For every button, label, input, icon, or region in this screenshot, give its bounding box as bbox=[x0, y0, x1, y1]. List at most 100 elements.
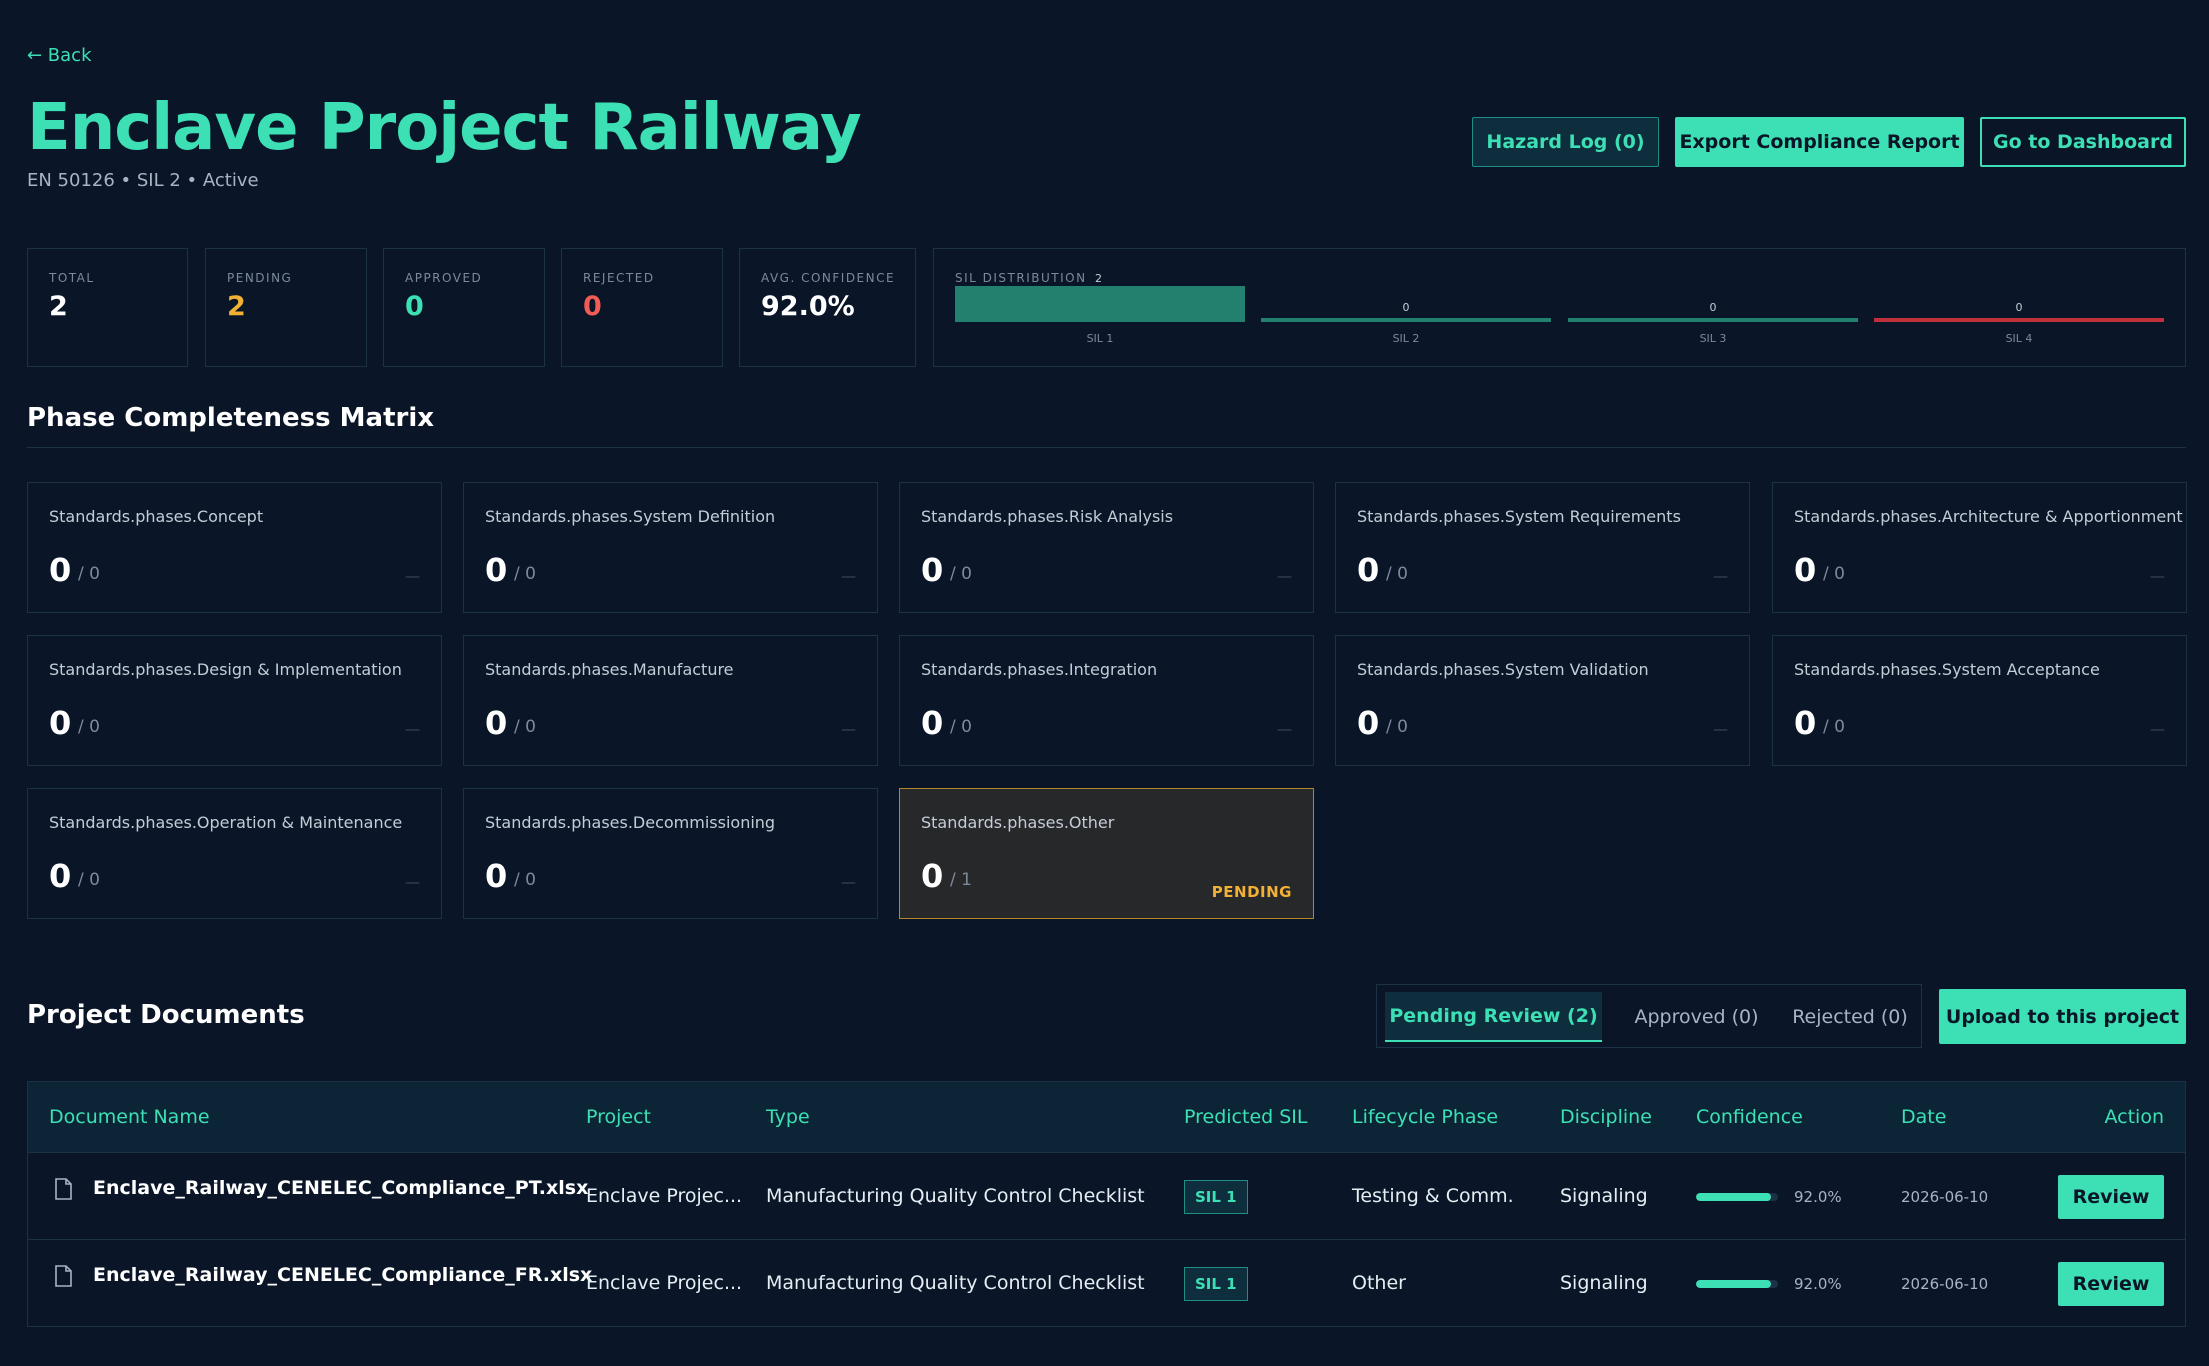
stat-value: 0 bbox=[405, 291, 424, 322]
phase-name: Standards.phases.Concept bbox=[49, 507, 264, 526]
column-header-action: Action bbox=[2104, 1106, 2164, 1128]
confidence-bar-fill bbox=[1696, 1280, 1772, 1288]
column-header-discipline[interactable]: Discipline bbox=[1560, 1106, 1652, 1128]
hazard-log-button[interactable]: Hazard Log (0) bbox=[1472, 117, 1659, 167]
phase-card[interactable]: Standards.phases.Manufacture 0 / 0 — bbox=[463, 635, 878, 766]
column-header-predicted-sil[interactable]: Predicted SIL bbox=[1184, 1106, 1307, 1128]
phase-card[interactable]: Standards.phases.Other 0 / 1 PENDING bbox=[899, 788, 1314, 919]
sil-bar-column: 0 SIL 3 bbox=[1568, 249, 1858, 349]
project-documents-title: Project Documents bbox=[27, 1000, 305, 1030]
stat-value: 2 bbox=[49, 291, 68, 322]
phase-count: 0 bbox=[485, 857, 508, 895]
phase-card[interactable]: Standards.phases.Decommissioning 0 / 0 — bbox=[463, 788, 878, 919]
discipline: Signaling bbox=[1560, 1272, 1648, 1294]
sil-bar-count: 0 bbox=[1402, 301, 1410, 314]
phase-name: Standards.phases.System Definition bbox=[485, 507, 776, 526]
stat-card-avg-confidence: AVG. CONFIDENCE 92.0% bbox=[739, 248, 916, 367]
sil-bar-label: SIL 4 bbox=[2005, 332, 2033, 345]
phase-count: 0 bbox=[49, 704, 72, 742]
confidence-value: 92.0% bbox=[1794, 1275, 1842, 1293]
page-title: Enclave Project Railway bbox=[27, 91, 862, 165]
review-button[interactable]: Review bbox=[2058, 1175, 2164, 1219]
phase-card[interactable]: Standards.phases.Concept 0 / 0 — bbox=[27, 482, 442, 613]
phase-total: / 0 bbox=[1823, 564, 1845, 584]
phase-count: 0 bbox=[1357, 551, 1380, 589]
phase-card[interactable]: Standards.phases.Design & Implementation… bbox=[27, 635, 442, 766]
phase-total: / 1 bbox=[950, 870, 972, 890]
phase-name: Standards.phases.Risk Analysis bbox=[921, 507, 1174, 526]
phase-total: / 0 bbox=[1386, 564, 1408, 584]
phase-status: — bbox=[2150, 567, 2165, 585]
sil-bar-label: SIL 3 bbox=[1699, 332, 1727, 345]
phase-count: 0 bbox=[485, 551, 508, 589]
column-header-type[interactable]: Type bbox=[766, 1106, 810, 1128]
predicted-sil-badge: SIL 1 bbox=[1184, 1180, 1248, 1214]
phase-status: — bbox=[405, 873, 420, 891]
phase-name: Standards.phases.System Validation bbox=[1357, 660, 1649, 679]
phase-card[interactable]: Standards.phases.Architecture & Apportio… bbox=[1772, 482, 2187, 613]
phase-card[interactable]: Standards.phases.Risk Analysis 0 / 0 — bbox=[899, 482, 1314, 613]
section-divider bbox=[27, 447, 2186, 448]
phase-name: Standards.phases.Integration bbox=[921, 660, 1158, 679]
project-subtitle: EN 50126 • SIL 2 • Active bbox=[27, 170, 259, 191]
phase-total: / 0 bbox=[514, 717, 536, 737]
column-header-lifecycle-phase[interactable]: Lifecycle Phase bbox=[1352, 1106, 1498, 1128]
column-header-project[interactable]: Project bbox=[586, 1106, 651, 1128]
discipline: Signaling bbox=[1560, 1185, 1648, 1207]
tab-rejected[interactable]: Rejected (0) bbox=[1785, 992, 1915, 1042]
phase-total: / 0 bbox=[950, 564, 972, 584]
phase-card[interactable]: Standards.phases.System Acceptance 0 / 0 — bbox=[1772, 635, 2187, 766]
sil-bar bbox=[1874, 318, 2164, 322]
phase-card[interactable]: Standards.phases.Operation & Maintenance… bbox=[27, 788, 442, 919]
phase-status: — bbox=[1713, 567, 1728, 585]
sil-distribution-card: SIL DISTRIBUTION 2 SIL 1 0 SIL 2 0 SIL 3 0 SIL … bbox=[933, 248, 2186, 367]
stat-card-pending: PENDING 2 bbox=[205, 248, 367, 367]
document-type: Manufacturing Quality Control Checklist bbox=[766, 1185, 1145, 1207]
stat-label: PENDING bbox=[227, 271, 293, 285]
sil-bar-column: 0 SIL 4 bbox=[1874, 249, 2164, 349]
phase-total: / 0 bbox=[78, 717, 100, 737]
phase-count: 0 bbox=[49, 551, 72, 589]
phase-status: — bbox=[1713, 720, 1728, 738]
phase-matrix-title: Phase Completeness Matrix bbox=[27, 403, 435, 433]
phase-card[interactable]: Standards.phases.System Definition 0 / 0 — bbox=[463, 482, 878, 613]
phase-status: — bbox=[405, 720, 420, 738]
phase-count: 0 bbox=[1357, 704, 1380, 742]
sil-bar bbox=[955, 286, 1245, 322]
stat-label: APPROVED bbox=[405, 271, 483, 285]
phase-card[interactable]: Standards.phases.System Validation 0 / 0 — bbox=[1335, 635, 1750, 766]
phase-card[interactable]: Standards.phases.Integration 0 / 0 — bbox=[899, 635, 1314, 766]
tab-pending-review[interactable]: Pending Review (2) bbox=[1385, 992, 1602, 1042]
document-name-link[interactable]: Enclave_Railway_CENELEC_Compliance_PT.xl… bbox=[93, 1177, 588, 1199]
phase-count: 0 bbox=[1794, 551, 1817, 589]
table-row[interactable]: Enclave_Railway_CENELEC_Compliance_FR.xl… bbox=[28, 1240, 2185, 1327]
phase-name: Standards.phases.Decommissioning bbox=[485, 813, 776, 832]
phase-status: — bbox=[841, 720, 856, 738]
lifecycle-phase: Testing & Comm. bbox=[1352, 1185, 1514, 1207]
file-icon bbox=[55, 1178, 72, 1200]
column-header-date[interactable]: Date bbox=[1901, 1106, 1946, 1128]
tab-approved[interactable]: Approved (0) bbox=[1615, 992, 1778, 1042]
column-header-confidence[interactable]: Confidence bbox=[1696, 1106, 1803, 1128]
phase-status: — bbox=[1277, 720, 1292, 738]
document-status-tabs: Pending Review (2) Approved (0) Rejected… bbox=[1376, 984, 1922, 1048]
sil-bar-count: 0 bbox=[1709, 301, 1717, 314]
confidence-bar bbox=[1696, 1280, 1778, 1288]
go-to-dashboard-button[interactable]: Go to Dashboard bbox=[1980, 117, 2186, 167]
export-compliance-report-button[interactable]: Export Compliance Report bbox=[1675, 117, 1964, 167]
stat-label: REJECTED bbox=[583, 271, 655, 285]
column-header-document-name[interactable]: Document Name bbox=[49, 1106, 210, 1128]
back-link[interactable]: ← Back bbox=[27, 45, 92, 66]
confidence-bar bbox=[1696, 1193, 1778, 1201]
review-button[interactable]: Review bbox=[2058, 1262, 2164, 1306]
table-row[interactable]: Enclave_Railway_CENELEC_Compliance_PT.xl… bbox=[28, 1153, 2185, 1240]
phase-name: Standards.phases.System Acceptance bbox=[1794, 660, 2100, 679]
document-project: Enclave Projec... bbox=[586, 1185, 743, 1207]
stat-value: 0 bbox=[583, 291, 602, 322]
upload-to-project-button[interactable]: Upload to this project bbox=[1939, 989, 2186, 1044]
phase-total: / 0 bbox=[78, 564, 100, 584]
phase-total: / 0 bbox=[950, 717, 972, 737]
document-name-link[interactable]: Enclave_Railway_CENELEC_Compliance_FR.xl… bbox=[93, 1264, 592, 1286]
phase-card[interactable]: Standards.phases.System Requirements 0 / 0… bbox=[1335, 482, 1750, 613]
document-date: 2026-06-10 bbox=[1901, 1188, 1989, 1206]
